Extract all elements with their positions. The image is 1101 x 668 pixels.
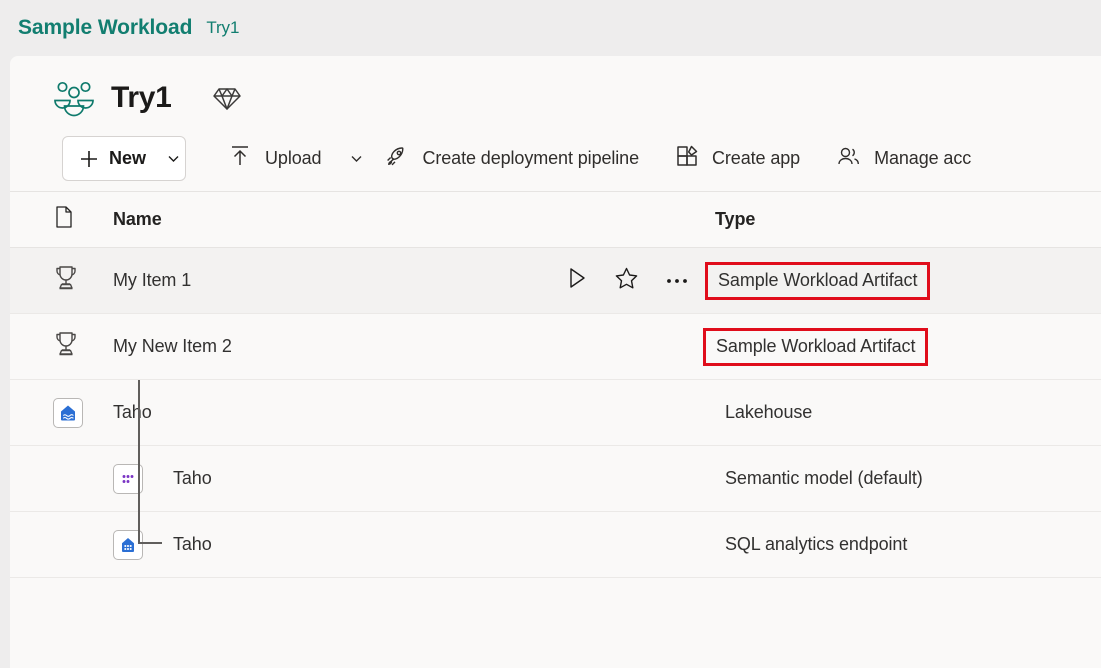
column-header-type[interactable]: Type [713, 209, 1101, 230]
trophy-icon [53, 264, 79, 297]
command-bar: New Upload Create deployment pipeline Cr… [10, 126, 1101, 192]
workspace-header: Try1 [10, 56, 1101, 126]
column-header-type-label: Type [715, 209, 756, 229]
row-name-label: My New Item 2 [113, 336, 232, 356]
breadcrumb-workload-link[interactable]: Sample Workload [18, 16, 192, 40]
row-item-icon [53, 264, 113, 297]
table-row[interactable]: Taho Lakehouse [10, 380, 1101, 446]
workspace-people-icon [53, 79, 95, 117]
row-type-cell: Sample Workload Artifact [705, 261, 1101, 300]
create-app-button[interactable]: Create app [675, 136, 800, 181]
create-app-icon [675, 144, 699, 173]
run-icon[interactable] [566, 266, 588, 295]
file-type-icon [53, 205, 75, 234]
rocket-icon [384, 144, 409, 174]
row-name-cell: My New Item 2 [113, 336, 713, 357]
row-item-icon [53, 330, 113, 363]
table-row[interactable]: Taho SQL analytics endpoint [10, 502, 1101, 578]
create-app-label: Create app [712, 148, 801, 168]
row-item-icon [53, 397, 113, 428]
table-header: Name Type [10, 192, 1101, 248]
create-deployment-pipeline-label: Create deployment pipeline [422, 148, 640, 168]
row-name-label: Taho [113, 402, 152, 422]
table-row[interactable]: My New Item 2 Sample Workload Artifact [10, 314, 1101, 380]
row-name-label: Taho [173, 534, 212, 554]
row-type-cell: Sample Workload Artifact [703, 327, 1101, 366]
upload-button[interactable]: Upload [228, 136, 362, 181]
row-name-label: My Item 1 [113, 270, 192, 290]
tree-indent [53, 380, 140, 512]
chevron-down-icon [156, 151, 179, 166]
upload-button-label: Upload [265, 148, 322, 168]
lakehouse-icon [53, 397, 83, 428]
row-type-label: Sample Workload Artifact [703, 327, 929, 366]
page-title: Try1 [111, 81, 172, 114]
row-type-cell: SQL analytics endpoint [713, 529, 1101, 561]
row-type-label: Semantic model (default) [725, 467, 923, 488]
column-header-icon[interactable] [53, 205, 113, 234]
table-row[interactable]: Taho Semantic model (default) [10, 380, 1101, 512]
column-header-name-label: Name [113, 209, 162, 229]
row-name-label: Taho [173, 468, 212, 488]
breadcrumb-workspace-link[interactable]: Try1 [206, 18, 239, 38]
table-row[interactable]: My Item 1 Sample Workload Artifact [10, 248, 1101, 314]
row-item-icon [113, 463, 173, 494]
more-options-icon[interactable] [665, 272, 689, 290]
tree-indent [53, 502, 162, 577]
manage-access-button[interactable]: Manage acc [836, 136, 971, 181]
tree-connector-line [138, 502, 140, 544]
favorite-star-icon[interactable] [614, 266, 639, 296]
workspace-panel: Try1 New Upload Create deployment pipeli… [10, 56, 1101, 668]
trophy-icon [53, 330, 79, 363]
new-button[interactable]: New [62, 136, 187, 181]
row-name-cell: Taho [113, 402, 713, 423]
row-name-cell: Taho [173, 534, 713, 555]
column-header-name[interactable]: Name [113, 209, 713, 230]
row-item-icon [113, 529, 173, 560]
upload-arrow-icon [228, 144, 252, 173]
row-type-cell: Lakehouse [713, 397, 1101, 429]
row-hover-actions [566, 266, 713, 296]
chevron-down-icon [339, 151, 362, 166]
row-type-label: SQL analytics endpoint [725, 533, 908, 554]
new-button-label: New [109, 148, 147, 168]
diamond-gem-icon [192, 84, 241, 112]
create-deployment-pipeline-button[interactable]: Create deployment pipeline [384, 136, 639, 181]
tree-connector-elbow [138, 542, 162, 544]
row-type-cell: Semantic model (default) [713, 463, 1101, 495]
people-icon [836, 144, 861, 174]
row-name-cell: Taho [173, 468, 713, 489]
row-type-label: Sample Workload Artifact [705, 261, 931, 300]
tree-connector-line [138, 380, 140, 512]
plus-icon [79, 149, 99, 169]
row-name-cell: My Item 1 [113, 266, 713, 296]
row-type-label: Lakehouse [725, 401, 813, 422]
manage-access-label: Manage acc [874, 148, 972, 168]
breadcrumb-bar: Sample Workload Try1 [0, 0, 1101, 56]
